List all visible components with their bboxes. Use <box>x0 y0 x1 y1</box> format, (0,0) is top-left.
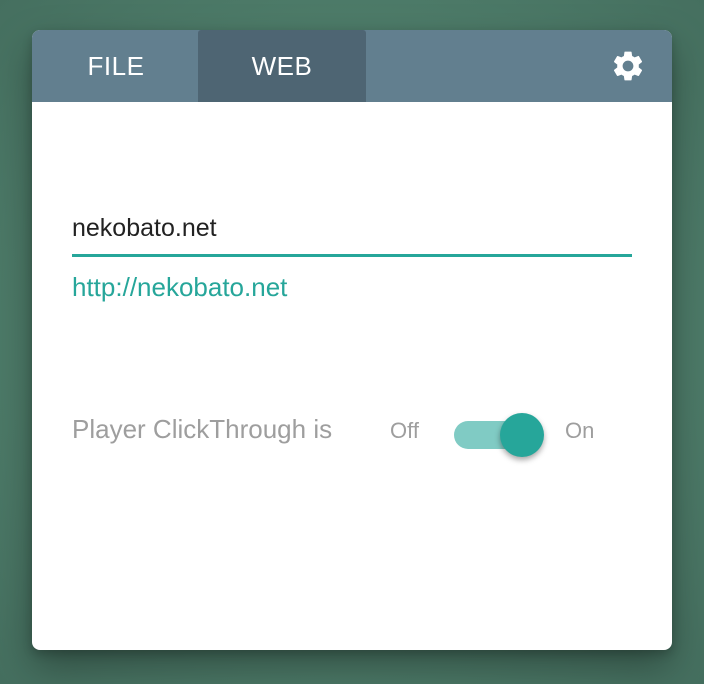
clickthrough-setting: Player ClickThrough is Off On <box>72 408 632 457</box>
clickthrough-on-label: On <box>565 418 595 443</box>
tab-web[interactable]: WEB <box>198 30 366 102</box>
clickthrough-toggle[interactable] <box>454 412 546 457</box>
clickthrough-label: Player ClickThrough is <box>72 414 333 444</box>
tab-file[interactable]: FILE <box>32 30 200 102</box>
resolved-url-link[interactable]: http://nekobato.net <box>72 272 287 303</box>
gear-icon[interactable] <box>610 48 646 84</box>
tab-bar: FILE WEB <box>32 30 672 102</box>
app-window: FILE WEB http://nekobato.net Player Clic… <box>32 30 672 650</box>
clickthrough-off-label: Off <box>390 418 419 443</box>
toggle-thumb[interactable] <box>500 413 544 457</box>
url-input[interactable] <box>72 202 632 257</box>
